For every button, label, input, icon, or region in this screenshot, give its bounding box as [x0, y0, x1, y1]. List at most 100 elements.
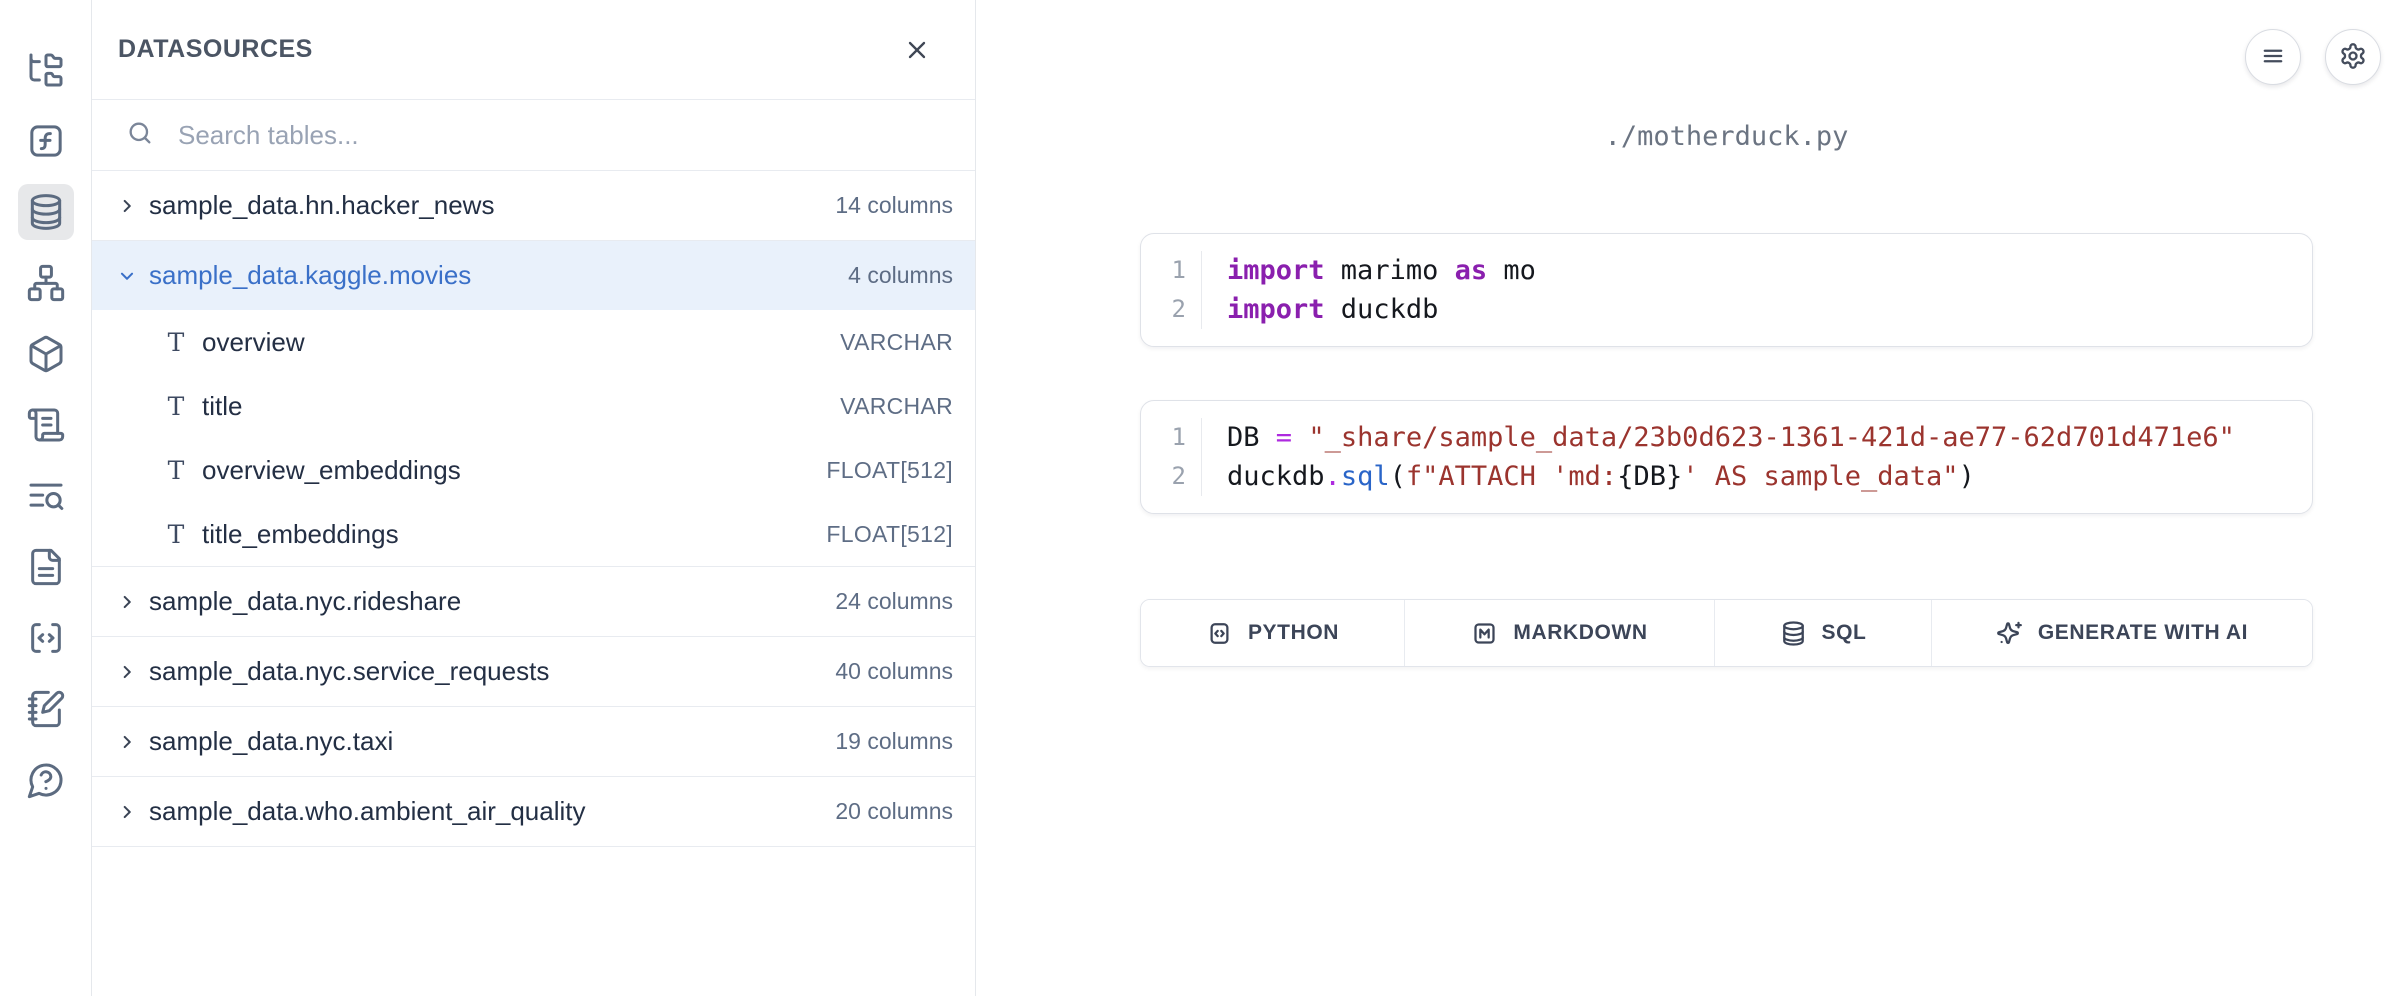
- add-cell-label: SQL: [1822, 621, 1867, 645]
- notebook-menu-button[interactable]: [2245, 29, 2301, 85]
- table-row[interactable]: sample_data.who.ambient_air_quality20 co…: [92, 777, 975, 846]
- column-row[interactable]: Ttitle_embeddingsFLOAT[512]: [92, 502, 975, 566]
- table-group: sample_data.nyc.service_requests40 colum…: [92, 637, 975, 707]
- add-cell-button-markdown[interactable]: MARKDOWN: [1405, 600, 1715, 666]
- add-cell-button-generate-with-ai[interactable]: GENERATE WITH AI: [1932, 600, 2312, 666]
- scroll-icon: [26, 405, 66, 445]
- add-cell-label: PYTHON: [1248, 621, 1339, 645]
- code-cell: 12DB = "_share/sample_data/23b0d623-1361…: [1140, 400, 2313, 514]
- datasources-panel: DATASOURCES sample_data.hn.hacker_news14…: [92, 0, 976, 996]
- table-row[interactable]: sample_data.kaggle.movies4 columns: [92, 241, 975, 310]
- table-group: sample_data.who.ambient_air_quality20 co…: [92, 777, 975, 847]
- add-cell-button-sql[interactable]: SQL: [1715, 600, 1932, 666]
- rail-button-list-search[interactable]: [18, 468, 74, 524]
- column-type: VARCHAR: [840, 393, 953, 420]
- chevron-down-icon: [116, 265, 138, 287]
- search-icon: [126, 119, 154, 152]
- notebook-content: ./motherduck.py 12import marimo as moimp…: [1140, 120, 2313, 667]
- text-type-icon: T: [162, 456, 190, 485]
- package-icon: [26, 334, 66, 374]
- add-cell-bar: PYTHON MARKDOWN SQL GENERATE WITH AI: [1140, 599, 2313, 667]
- column-type: FLOAT[512]: [826, 521, 953, 548]
- helper-panel-rail: [0, 0, 92, 996]
- table-row[interactable]: sample_data.nyc.rideshare24 columns: [92, 567, 975, 636]
- rail-button-document[interactable]: [18, 539, 74, 595]
- chevron-right-icon: [116, 591, 138, 613]
- code-block-icon: [26, 618, 66, 658]
- column-row[interactable]: ToverviewVARCHAR: [92, 310, 975, 374]
- chevron-right-icon: [116, 661, 138, 683]
- chevron-right-icon: [116, 801, 138, 823]
- table-column-count: 20 columns: [835, 798, 953, 825]
- table-group: sample_data.kaggle.movies4 columnsToverv…: [92, 241, 975, 567]
- column-row[interactable]: TtitleVARCHAR: [92, 374, 975, 438]
- add-cell-label: GENERATE WITH AI: [2038, 621, 2248, 645]
- table-column-count: 14 columns: [835, 192, 953, 219]
- database-icon: [26, 192, 66, 232]
- menu-icon: [2259, 42, 2287, 70]
- chevron-right-icon: [116, 195, 138, 217]
- rail-button-code-block[interactable]: [18, 610, 74, 666]
- chevron-right-icon: [116, 731, 138, 753]
- notebook-area: ./motherduck.py 12import marimo as moimp…: [976, 0, 2399, 996]
- chevron-right-icon: [116, 731, 138, 753]
- table-row[interactable]: sample_data.nyc.taxi19 columns: [92, 707, 975, 776]
- cells-container: 12import marimo as moimport duckdb12DB =…: [1140, 233, 2313, 514]
- table-name: sample_data.nyc.taxi: [149, 726, 835, 757]
- column-row[interactable]: Toverview_embeddingsFLOAT[512]: [92, 438, 975, 502]
- rail-button-help-chat[interactable]: [18, 752, 74, 808]
- app-window: DATASOURCES sample_data.hn.hacker_news14…: [0, 0, 2399, 996]
- close-panel-button[interactable]: [899, 33, 935, 69]
- add-cell-button-python[interactable]: PYTHON: [1141, 600, 1405, 666]
- menu-icon: [2259, 42, 2287, 73]
- datasources-panel-header: DATASOURCES: [92, 0, 975, 100]
- notebook-filename: ./motherduck.py: [1140, 120, 2313, 154]
- rail-button-scroll[interactable]: [18, 397, 74, 453]
- chevron-right-icon: [116, 801, 138, 823]
- table-row[interactable]: sample_data.hn.hacker_news14 columns: [92, 171, 975, 240]
- table-column-count: 4 columns: [848, 262, 953, 289]
- line-numbers: 12: [1141, 251, 1202, 329]
- x-icon: [903, 36, 931, 64]
- rail-button-function[interactable]: [18, 113, 74, 169]
- list-search-icon: [26, 476, 66, 516]
- code-editor[interactable]: import marimo as moimport duckdb: [1202, 251, 2312, 329]
- close-icon: [903, 36, 931, 67]
- function-icon: [26, 121, 66, 161]
- add-cell-label: MARKDOWN: [1513, 621, 1647, 645]
- column-name: title_embeddings: [202, 519, 826, 550]
- search-input[interactable]: [176, 119, 951, 152]
- markdown-icon: [1471, 620, 1498, 647]
- chevron-right-icon: [116, 195, 138, 217]
- table-group: sample_data.hn.hacker_news14 columns: [92, 171, 975, 241]
- rail-button-dependency-graph[interactable]: [18, 255, 74, 311]
- settings-button[interactable]: [2325, 29, 2381, 85]
- chevron-right-icon: [116, 661, 138, 683]
- rail-button-folder-tree[interactable]: [18, 42, 74, 98]
- table-group: sample_data.nyc.rideshare24 columns: [92, 567, 975, 637]
- rail-button-notebook-pen[interactable]: [18, 681, 74, 737]
- gear-icon: [2339, 42, 2367, 73]
- table-name: sample_data.hn.hacker_news: [149, 190, 835, 221]
- help-chat-icon: [26, 760, 66, 800]
- rail-button-database[interactable]: [18, 184, 74, 240]
- column-type: FLOAT[512]: [826, 457, 953, 484]
- sparkles-icon: [1996, 620, 2023, 647]
- notebook-pen-icon: [26, 689, 66, 729]
- column-name: overview: [202, 327, 840, 358]
- search-icon: [126, 119, 154, 147]
- table-name: sample_data.kaggle.movies: [149, 260, 848, 291]
- tables-list: sample_data.hn.hacker_news14 columnssamp…: [92, 171, 975, 996]
- search-box: [92, 100, 975, 171]
- table-column-count: 24 columns: [835, 588, 953, 615]
- text-type-icon: T: [162, 520, 190, 549]
- table-row[interactable]: sample_data.nyc.service_requests40 colum…: [92, 637, 975, 706]
- rail-button-package[interactable]: [18, 326, 74, 382]
- line-numbers: 12: [1141, 418, 1202, 496]
- gear-icon: [2339, 42, 2367, 70]
- code-editor[interactable]: DB = "_share/sample_data/23b0d623-1361-4…: [1202, 418, 2312, 496]
- column-type: VARCHAR: [840, 329, 953, 356]
- code-box-icon: [1206, 620, 1233, 647]
- table-column-count: 40 columns: [835, 658, 953, 685]
- database-icon: [1780, 620, 1807, 647]
